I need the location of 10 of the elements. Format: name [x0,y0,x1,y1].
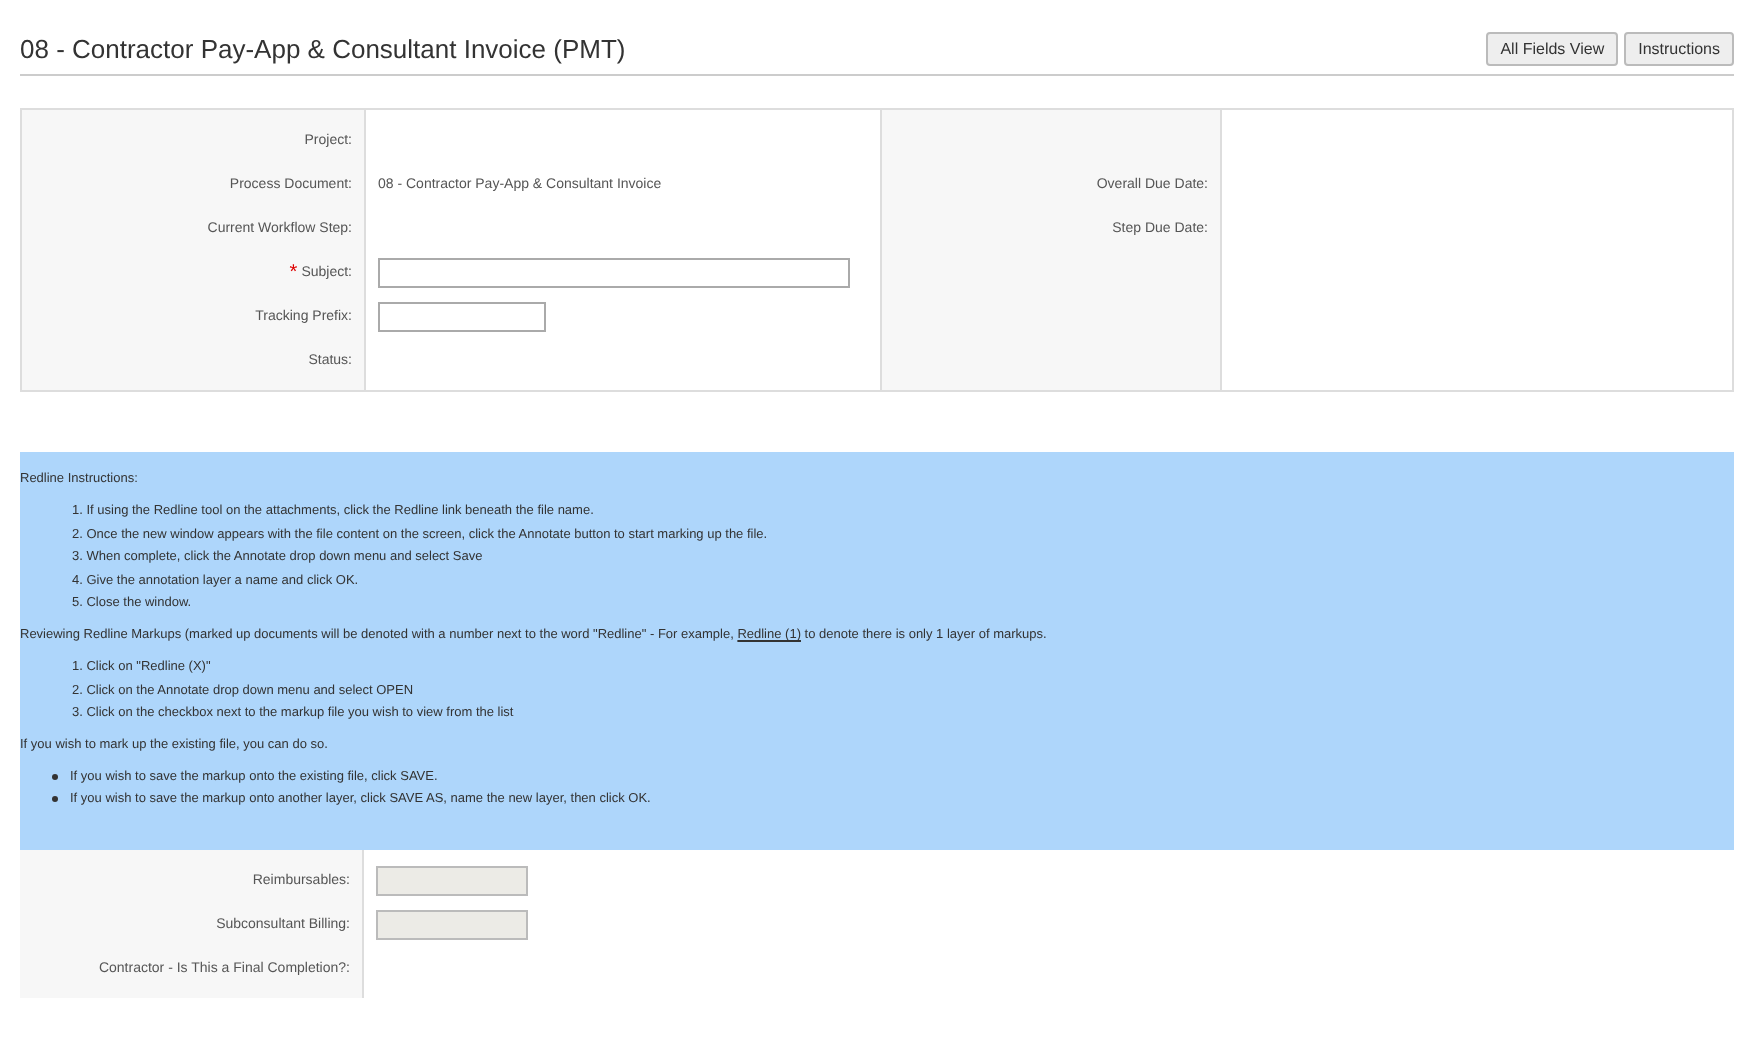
required-icon: * [289,261,298,283]
amount-field[interactable] [376,909,528,939]
bullet-icon [52,796,58,802]
page-title: 08 - Contractor Pay-App & Consultant Invoice (PMT) [20,34,626,64]
all-fields-view-button[interactable]: All Fields View [1486,32,1619,66]
subject-field[interactable] [378,257,850,287]
amount-field[interactable] [376,865,528,895]
bullet-icon [52,774,58,780]
tracking-prefix-field[interactable] [378,301,546,331]
instructions-button[interactable]: Instructions [1624,32,1734,66]
